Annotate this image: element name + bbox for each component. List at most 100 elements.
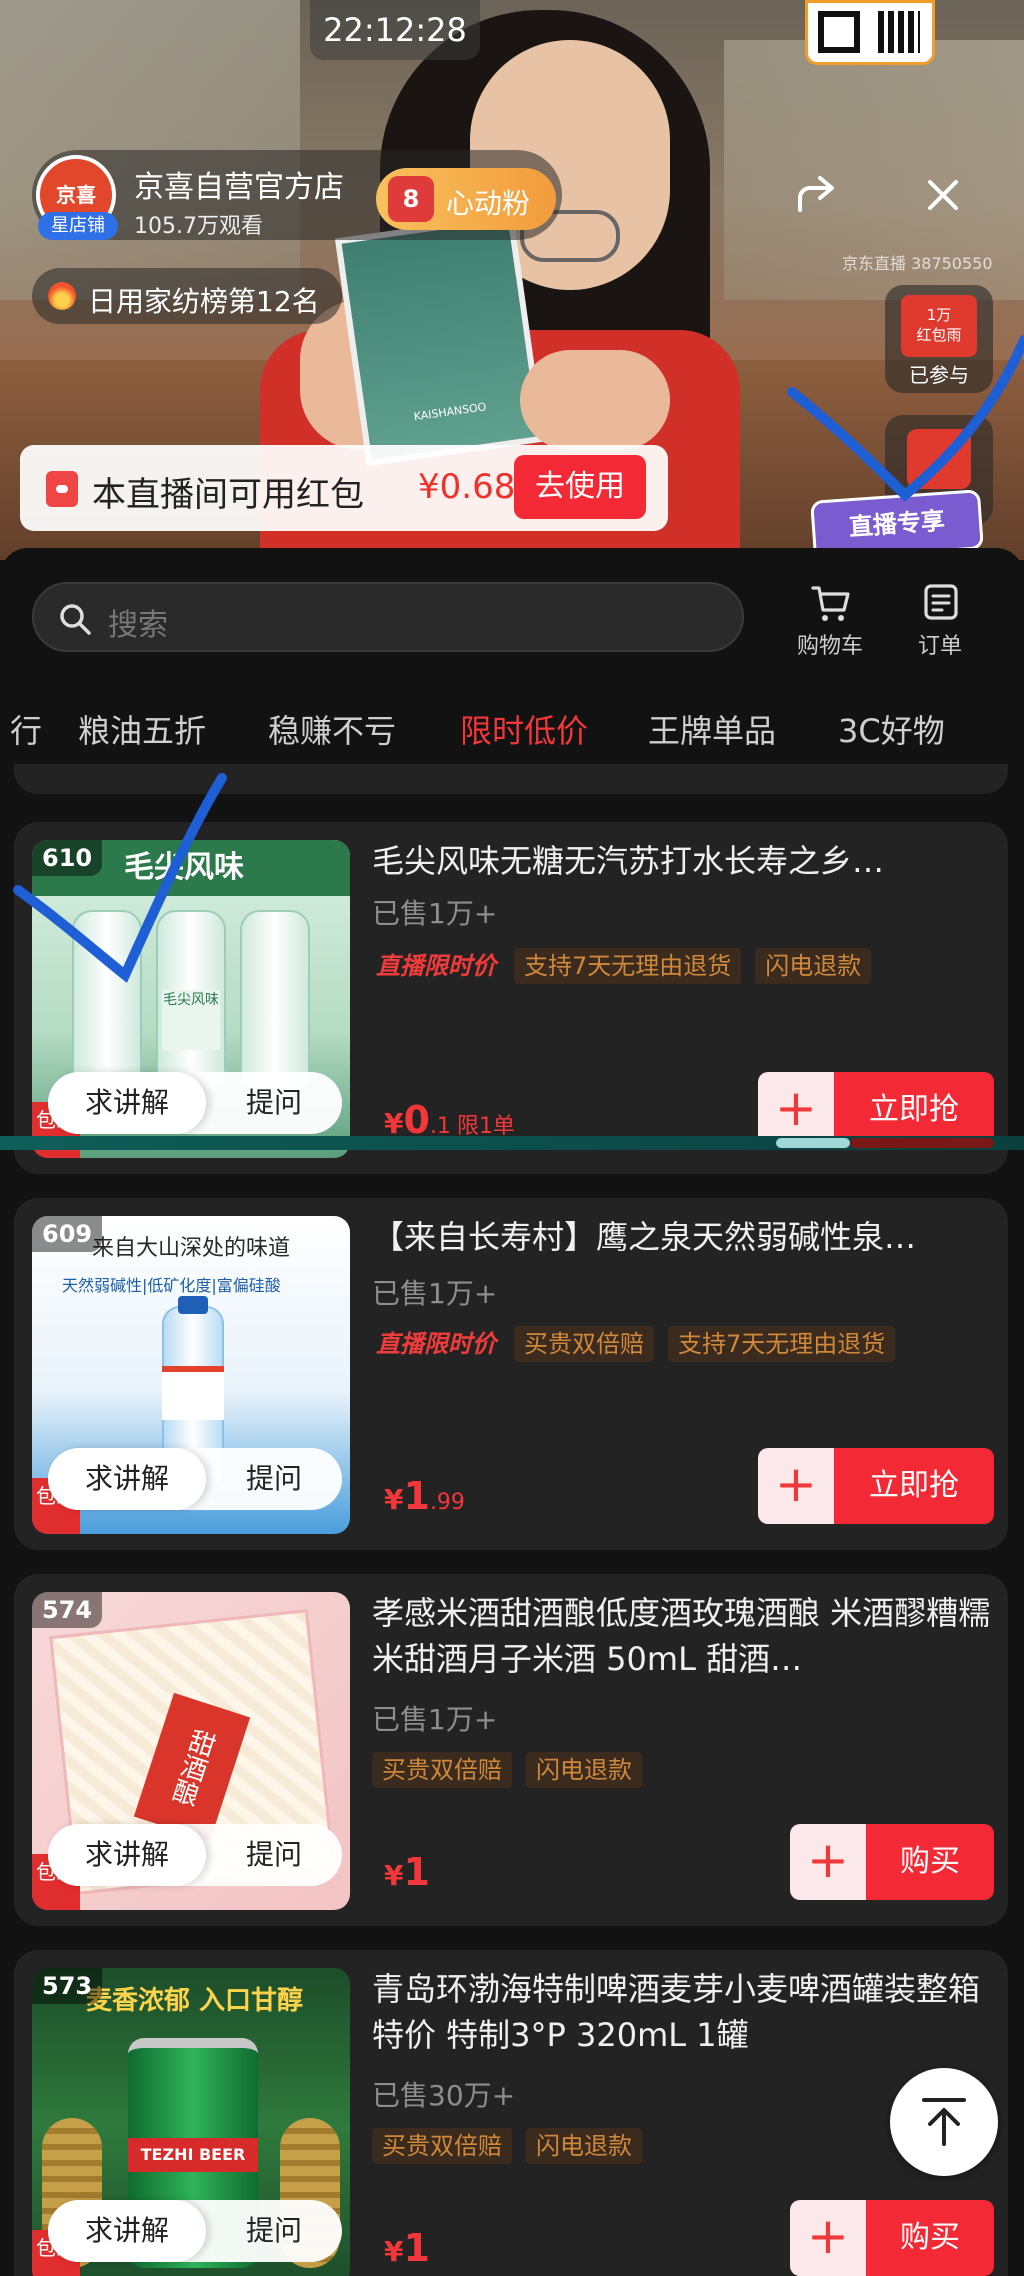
progress-fill [776,1138,850,1148]
bottle-label [162,1366,224,1420]
red-rain-amount: 1万 [926,306,952,324]
red-rain-status: 已参与 [909,363,969,387]
product-title[interactable]: 青岛环渤海特制啤酒麦芽小麦啤酒罐装整箱特价 特制3°P 320mL 1罐 [372,1966,992,2058]
request-explain-button[interactable]: 求讲解 [48,1824,206,1886]
grab-now-button[interactable]: 立即抢 [834,1448,994,1524]
tab-steady-profit[interactable]: 稳赚不亏 [268,706,396,752]
category-tabs: 行 粮油五折 稳赚不亏 限时低价 王牌单品 3C好物 [0,690,1024,760]
ask-actions: 求讲解 提问 [48,1072,342,1134]
product-title[interactable]: 【来自长寿村】鹰之泉天然弱碱性泉… [372,1214,992,1260]
shown-product-text: KAISHANSOO [412,400,488,424]
product-card[interactable]: 毛尖风味 毛尖风味 610 包邮 求讲解 提问 毛尖风味无糖无汽苏打水长寿之乡…… [14,822,1008,1174]
ask-question-button[interactable]: 提问 [206,2200,342,2262]
tab-3c-goods[interactable]: 3C好物 [838,706,945,752]
order-list-icon [924,584,958,620]
tag: 闪电退款 [526,2128,642,2164]
qr-code[interactable] [805,0,935,65]
sold-count: 已售30万+ [372,2079,516,2112]
product-card[interactable]: 甜酒酿 574 包邮 求讲解 提问 孝感米酒甜酒酿低度酒玫瑰酒酿 米酒醪糟糯米甜… [14,1574,1008,1926]
host-hand [520,350,670,450]
price: ¥1.99 [384,1474,465,1518]
price-decimal: .99 [429,1490,465,1515]
fan-button[interactable]: 8 心动粉 [376,168,556,230]
ask-actions: 求讲解 提问 [48,2200,342,2262]
tag: 直播限时价 [376,1330,496,1358]
coupon-bar[interactable]: 本直播间可用红包 ¥0.68 去使用 [20,445,668,531]
tab-grain-oil[interactable]: 粮油五折 [78,706,206,752]
shown-product: KAISHANSOO [334,213,546,467]
back-to-top-button[interactable] [890,2068,998,2176]
qr-pattern [878,11,920,53]
buy-group: + 购买 [790,1824,994,1900]
tag: 支持7天无理由退货 [668,1326,896,1362]
tag-list: 买贵双倍赔 闪电退款 [372,2128,642,2164]
buy-group: + 购买 [790,2200,994,2276]
add-to-cart-plus-icon[interactable]: + [790,1824,866,1900]
product-title[interactable]: 孝感米酒甜酒酿低度酒玫瑰酒酿 米酒醪糟糯米甜酒月子米酒 50mL 甜酒… [372,1590,992,1682]
tag-list: 买贵双倍赔 闪电退款 [372,1752,642,1788]
sold-count: 已售1万+ [372,1703,498,1736]
tab-ace-items[interactable]: 王牌单品 [648,706,776,752]
use-coupon-button[interactable]: 去使用 [514,455,646,519]
buy-button[interactable]: 购买 [866,1824,994,1900]
bottle-label: 毛尖风味 [162,990,220,1050]
buy-button[interactable]: 购买 [866,2200,994,2276]
time-display: 22:12:28 [310,0,480,60]
ask-question-button[interactable]: 提问 [206,1072,342,1134]
tag: 闪电退款 [526,1752,642,1788]
add-to-cart-plus-icon[interactable]: + [758,1448,834,1524]
request-explain-button[interactable]: 求讲解 [48,2200,206,2262]
ask-actions: 求讲解 提问 [48,1824,342,1886]
red-packet-icon [46,471,78,507]
search-icon [60,604,91,635]
buy-group: + 立即抢 [758,1448,994,1524]
search-input[interactable]: 搜索 [32,582,744,652]
image-subtitle: 天然弱碱性|低矿化度|富偏硅酸 [62,1276,281,1295]
rank-badge[interactable]: 日用家纺榜第12名 [32,268,342,324]
tab-partial[interactable]: 行 [10,706,42,752]
price: ¥1 [384,1850,430,1894]
red-envelope-rain[interactable]: 1万 红包雨 已参与 [885,285,993,393]
tag-list: 直播限时价 支持7天无理由退货 闪电退款 [372,948,872,984]
rank-number: 574 [32,1592,103,1628]
price-integer: 1 [403,1474,430,1518]
fan-button-label: 心动粉 [446,187,531,220]
request-explain-button[interactable]: 求讲解 [48,1448,206,1510]
price: ¥1 [384,2226,430,2270]
tag-list: 直播限时价 买贵双倍赔 支持7天无理由退货 [372,1326,896,1362]
image-banner: 来自大山深处的味道 [92,1236,291,1261]
image-banner: 麦香浓郁 入口甘醇 [86,1986,304,2016]
price-symbol: ¥ [384,1483,404,1516]
ask-question-button[interactable]: 提问 [206,1824,342,1886]
tag: 买贵双倍赔 [514,1326,654,1362]
tab-limited-low-price[interactable]: 限时低价 [460,706,588,752]
orders-button[interactable]: 订单 [900,576,980,659]
rank-number: 610 [32,840,103,876]
tag: 支持7天无理由退货 [514,948,742,984]
request-explain-button[interactable]: 求讲解 [48,1072,206,1134]
coupon-text: 本直播间可用红包 [92,475,364,515]
previous-card-edge [14,764,1008,794]
ask-question-button[interactable]: 提问 [206,1448,342,1510]
cart-label: 购物车 [796,634,863,659]
rank-text: 日用家纺榜第12名 [88,285,320,318]
red-rain-title: 红包雨 [916,326,962,344]
product-title[interactable]: 毛尖风味无糖无汽苏打水长寿之乡… [372,838,992,884]
sold-count: 已售1万+ [372,1277,498,1310]
flame-icon [48,282,76,310]
progress-strip [0,1136,1024,1150]
heart-fan-icon: 8 [388,176,434,222]
can-label: TEZHI BEER [128,2138,258,2172]
product-card[interactable]: 来自大山深处的味道 天然弱碱性|低矿化度|富偏硅酸 609 包邮 求讲解 提问 … [14,1198,1008,1550]
price-integer: 1 [403,1850,430,1894]
share-icon[interactable] [792,170,842,220]
product-card[interactable]: 麦香浓郁 入口甘醇 TEZHI BEER 573 包邮 求讲解 提问 青岛环渤海… [14,1950,1008,2276]
close-icon[interactable] [920,172,966,218]
shop-name[interactable]: 京喜自营官方店 [134,162,344,206]
avatar-text: 京喜 [56,183,96,207]
qr-marker [818,11,860,53]
cart-button[interactable]: 购物车 [790,576,870,659]
tag: 买贵双倍赔 [372,2128,512,2164]
add-to-cart-plus-icon[interactable]: + [790,2200,866,2276]
price-symbol: ¥ [384,2235,404,2268]
